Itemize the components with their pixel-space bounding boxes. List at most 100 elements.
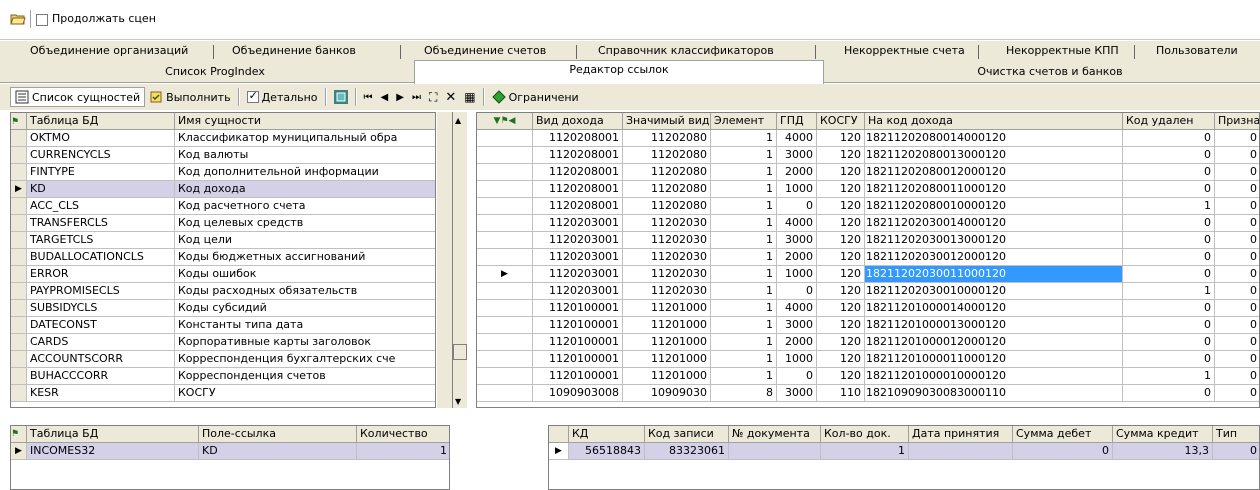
cell-doc-count[interactable]: 1 [821,443,909,460]
cell-flag[interactable]: 0 [1215,300,1259,317]
tab-merge-banks[interactable]: Объединение банков [232,44,356,57]
cell-element[interactable]: 1 [711,198,777,215]
cell-income-type[interactable]: 1120100001 [533,368,623,385]
cell-significant-type[interactable]: 11201000 [623,317,711,334]
col-header-table[interactable]: Таблица БД [27,113,175,130]
cell-entity-name[interactable]: Коды бюджетных ассигнований [175,249,435,266]
cell-table-name[interactable]: ACC_CLS [27,198,175,215]
tab-cleanup[interactable]: Очистка счетов и банков [975,65,1125,78]
scroll-down-icon[interactable]: ▼ [455,397,461,406]
row-indicator[interactable] [477,300,533,317]
cell-gpd[interactable]: 0 [777,198,817,215]
cell-income-type[interactable]: 1120208001 [533,147,623,164]
cell-entity-name[interactable]: Коды расходных обязательств [175,283,435,300]
cell-deleted-code[interactable]: 0 [1123,317,1215,334]
continue-checkbox[interactable] [36,13,48,26]
cell-income-type[interactable]: 1120100001 [533,351,623,368]
cell-element[interactable]: 1 [711,215,777,232]
tab-merge-accounts[interactable]: Объединение счетов [424,44,546,57]
entities-list-button[interactable]: Список сущностей [10,87,146,107]
cell-income-type[interactable]: 1120203001 [533,249,623,266]
row-indicator[interactable] [11,198,27,215]
cell-gpd[interactable]: 2000 [777,249,817,266]
row-indicator[interactable] [11,334,27,351]
cell-flag[interactable]: 0 [1215,181,1259,198]
cell-element[interactable]: 1 [711,130,777,147]
cell-significant-type[interactable]: 11202080 [623,147,711,164]
cell-significant-type[interactable]: 11202030 [623,215,711,232]
cell-gpd[interactable]: 3000 [777,317,817,334]
cell-gpd[interactable]: 4000 [777,215,817,232]
cell-entity-name[interactable]: Код целевых средств [175,215,435,232]
cell-kosgu[interactable]: 120 [817,232,865,249]
cell-table-name[interactable]: FINTYPE [27,164,175,181]
cell-accept-date[interactable] [909,443,1013,460]
cell-kosgu[interactable]: 110 [817,385,865,402]
cell-flag[interactable]: 0 [1215,317,1259,334]
cell-table-name[interactable]: OKTMO [27,130,175,147]
cell-entity-name[interactable]: КОСГУ [175,385,435,402]
cell-element[interactable]: 1 [711,266,777,283]
cell-target-code[interactable]: 18211201000014000120 [865,300,1123,317]
row-indicator[interactable] [477,164,533,181]
cell-flag[interactable]: 0 [1215,283,1259,300]
cell-income-type[interactable]: 1120208001 [533,181,623,198]
cell-significant-type[interactable]: 11201000 [623,368,711,385]
entities-grid[interactable]: ⚑ Таблица БД Имя сущности OKTMO Классифик… [10,112,436,408]
col-header-entity-name[interactable]: Имя сущности [175,113,435,130]
cell-deleted-code[interactable]: 0 [1123,385,1215,402]
cell-significant-type[interactable]: 11202030 [623,266,711,283]
cell-element[interactable]: 1 [711,147,777,164]
cell-table-name[interactable]: KD [27,181,175,198]
cell-deleted-code[interactable]: 0 [1123,300,1215,317]
cell-kosgu[interactable]: 120 [817,181,865,198]
cell-deleted-code[interactable]: 0 [1123,334,1215,351]
cell-element[interactable]: 1 [711,232,777,249]
cell-gpd[interactable]: 4000 [777,130,817,147]
cell-deleted-code[interactable]: 0 [1123,181,1215,198]
cell-flag[interactable]: 0 [1215,232,1259,249]
cell-table-name[interactable]: PAYPROMISECLS [27,283,175,300]
cell-income-type[interactable]: 1120203001 [533,215,623,232]
cell-significant-type[interactable]: 11201000 [623,351,711,368]
cell-target-code[interactable]: 18211201000013000120 [865,317,1123,334]
cell-target-code[interactable]: 18211202030011000120 [865,266,1123,283]
cell-kosgu[interactable]: 120 [817,300,865,317]
cell-entity-name[interactable]: Корпоративные карты заголовок [175,334,435,351]
cell-gpd[interactable]: 0 [777,283,817,300]
row-indicator[interactable] [477,215,533,232]
row-indicator[interactable] [477,198,533,215]
cell-entity-name[interactable]: Код расчетного счета [175,198,435,215]
cell-deleted-code[interactable]: 0 [1123,164,1215,181]
cell-target-code[interactable]: 18211202080013000120 [865,147,1123,164]
col-header-kosgu[interactable]: КОСГУ [817,113,865,130]
row-indicator[interactable] [477,351,533,368]
last-record-button[interactable]: ⏭ [408,87,425,107]
cell-flag[interactable]: 0 [1215,334,1259,351]
cell-element[interactable]: 1 [711,334,777,351]
cell-income-type[interactable]: 1120100001 [533,317,623,334]
cell-flag[interactable]: 0 [1215,249,1259,266]
row-indicator[interactable] [477,368,533,385]
cell-table-name[interactable]: ACCOUNTSCORR [27,351,175,368]
cell-element[interactable]: 1 [711,368,777,385]
cell-debit-sum[interactable]: 0 [1013,443,1113,460]
col-header-type[interactable]: Тип [1213,426,1259,443]
cell-kosgu[interactable]: 120 [817,317,865,334]
cell-element[interactable]: 1 [711,249,777,266]
cell-significant-type[interactable]: 11202030 [623,283,711,300]
col-header-gpd[interactable]: ГПД [777,113,817,130]
cell-gpd[interactable]: 3000 [777,385,817,402]
cell-flag[interactable]: 0 [1215,351,1259,368]
cell-target-code[interactable]: 18211202030010000120 [865,283,1123,300]
row-indicator[interactable] [11,368,27,385]
cell-income-type[interactable]: 1120208001 [533,164,623,181]
row-indicator[interactable] [11,130,27,147]
row-indicator[interactable]: ▶ [11,181,27,198]
cell-entity-name[interactable]: Корреспонденция бухгалтерских сче [175,351,435,368]
cell-element[interactable]: 1 [711,351,777,368]
row-indicator[interactable] [477,249,533,266]
col-header-deleted-code[interactable]: Код удален [1123,113,1215,130]
cell-target-code[interactable]: 18211201000010000120 [865,368,1123,385]
cell-kosgu[interactable]: 120 [817,249,865,266]
